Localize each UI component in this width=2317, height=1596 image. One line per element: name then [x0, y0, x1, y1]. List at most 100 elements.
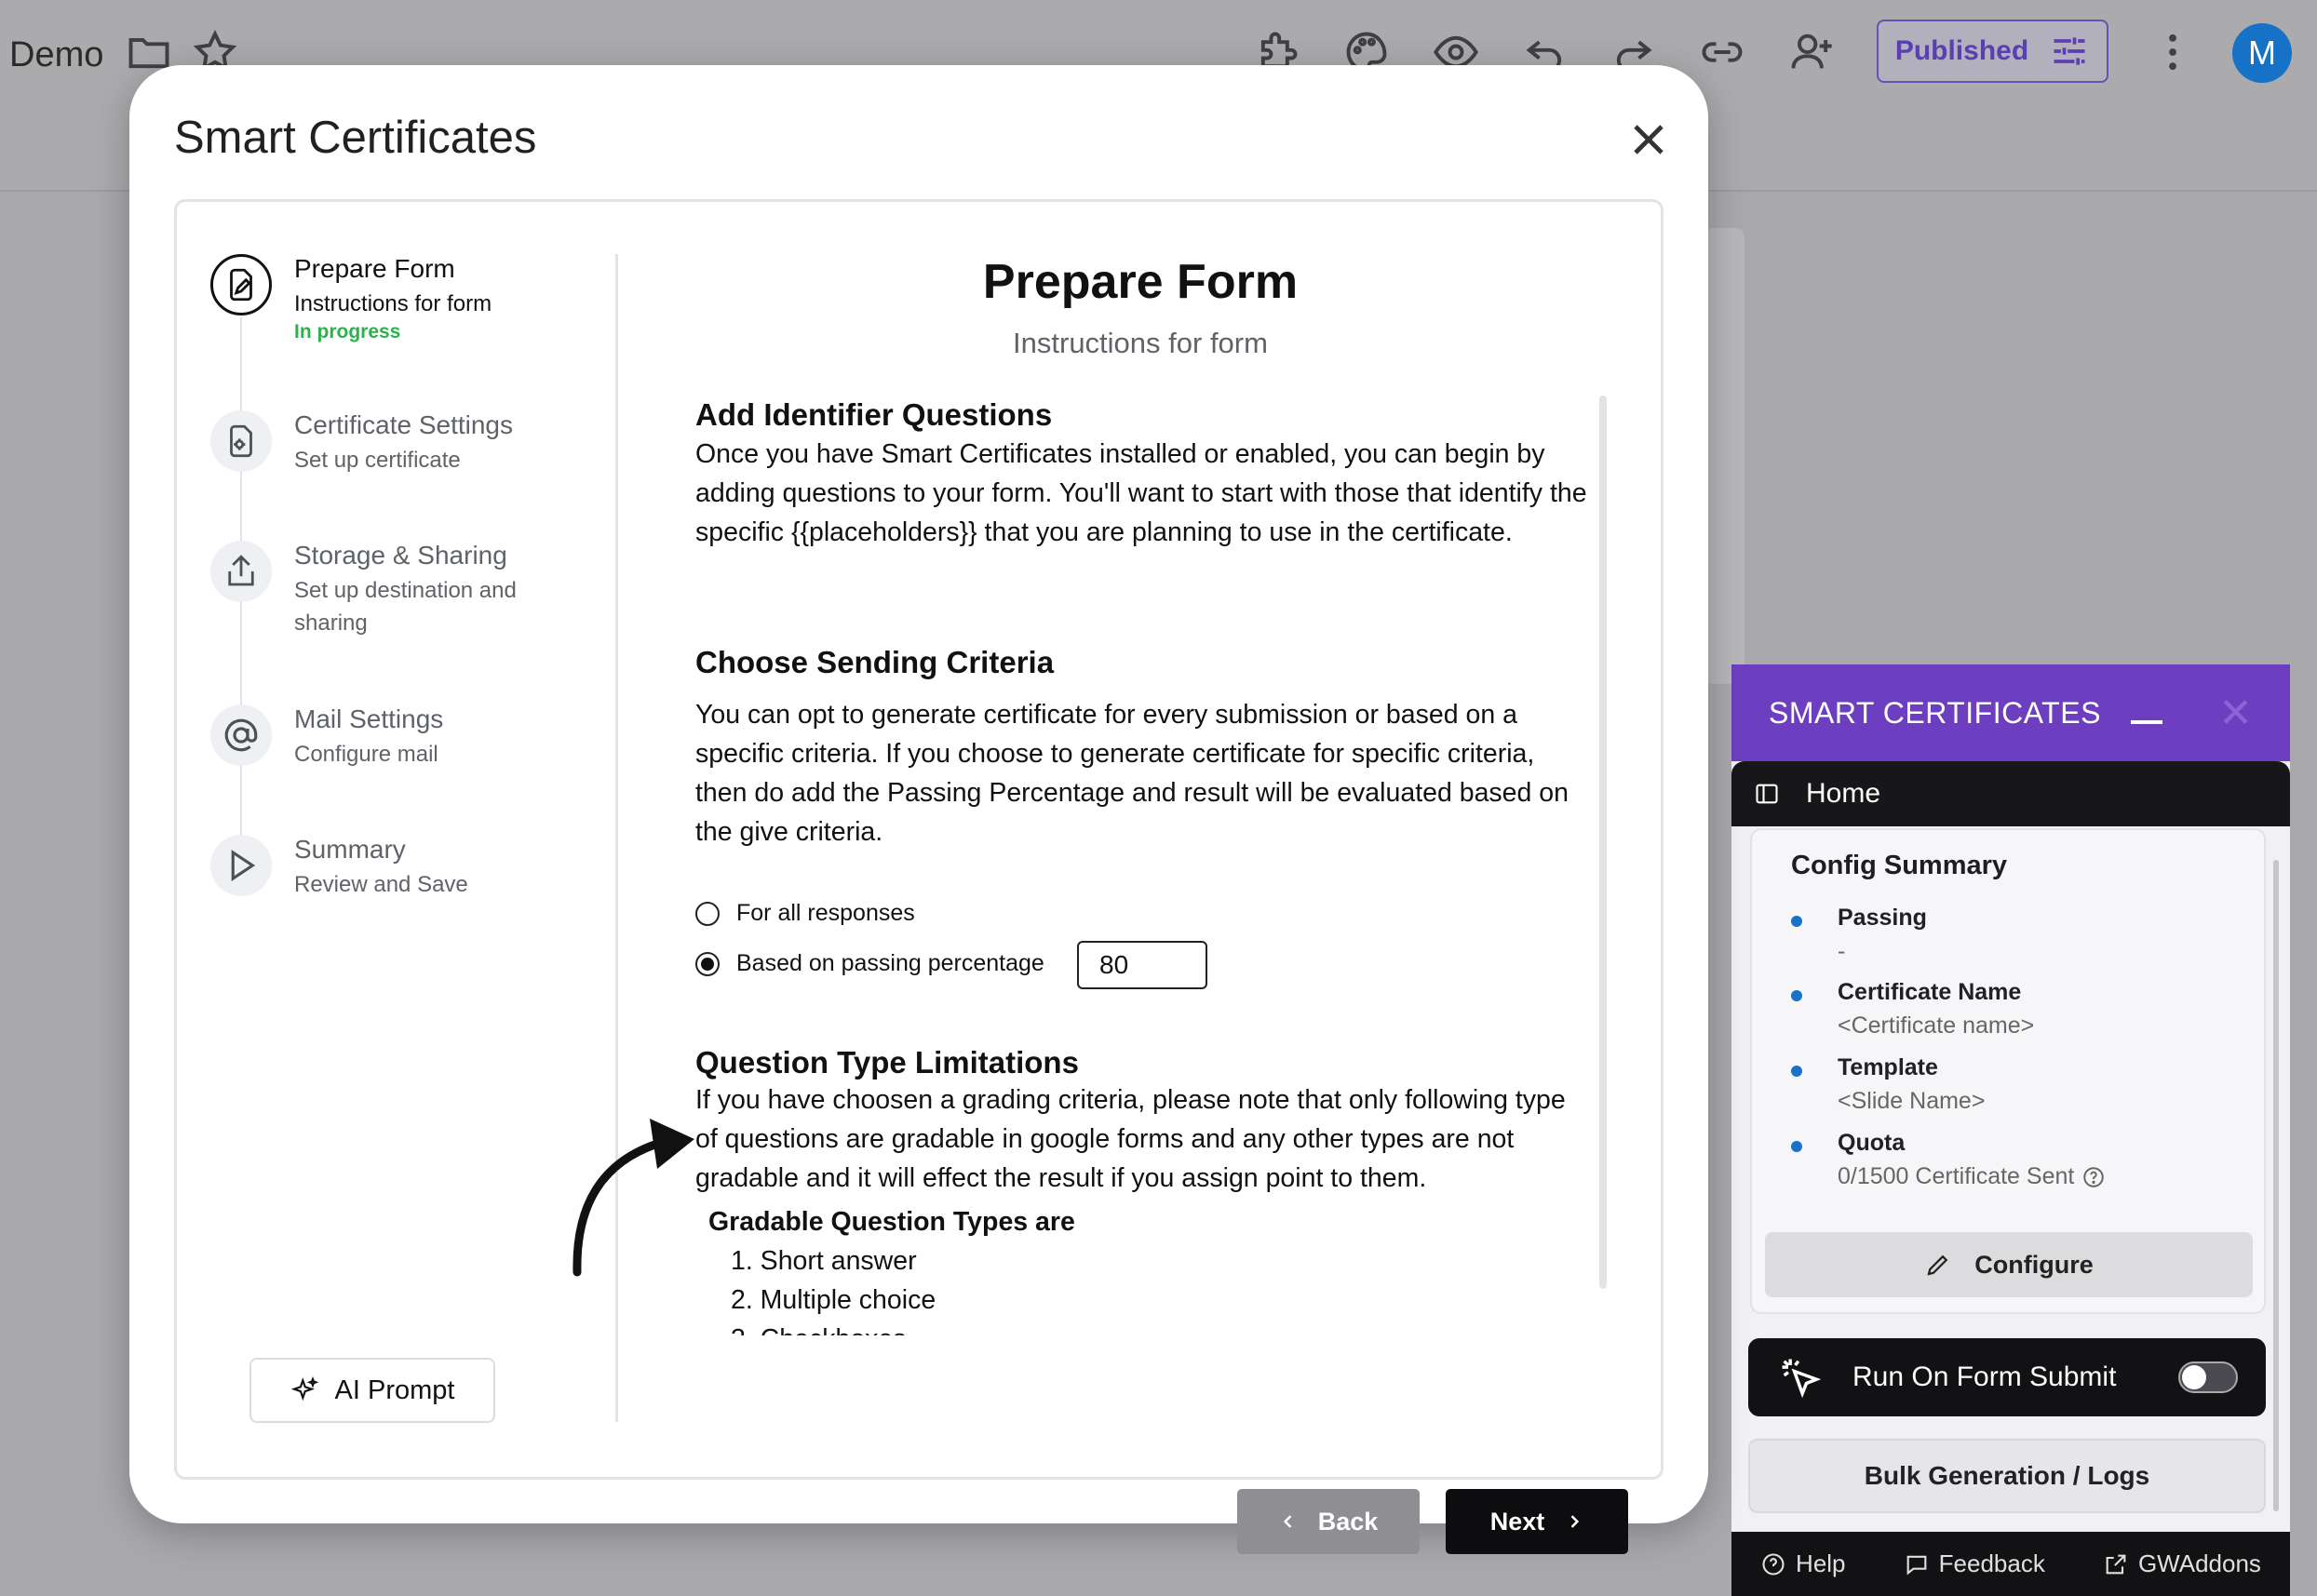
- content-title: Prepare Form: [982, 255, 1299, 309]
- form-edit-icon: [210, 254, 272, 315]
- curved-arrow-icon: [573, 1119, 694, 1277]
- sidebar-toggle-icon[interactable]: [1754, 781, 1780, 807]
- config-item-value: <Certificate name>: [1838, 1013, 2035, 1039]
- ai-prompt-button[interactable]: AI Prompt: [249, 1358, 495, 1423]
- step-title: Prepare Form: [294, 254, 455, 283]
- step-connector: [240, 317, 242, 425]
- avatar[interactable]: M: [2232, 23, 2292, 83]
- config-item-label: Quota: [1838, 1130, 1906, 1156]
- list-item: 1. Short answer: [731, 1246, 917, 1276]
- next-label: Next: [1489, 1507, 1545, 1536]
- step-subtitle: Set up destination and sharing: [294, 578, 517, 636]
- tune-icon: [2054, 37, 2085, 65]
- published-button[interactable]: Published: [1877, 20, 2108, 83]
- feedback-link[interactable]: Feedback: [1904, 1549, 2045, 1578]
- gwaddons-link[interactable]: GWAddons: [2103, 1549, 2261, 1578]
- run-on-submit-toggle[interactable]: [2178, 1361, 2238, 1393]
- radio-label: For all responses: [736, 900, 915, 926]
- radio-button[interactable]: [695, 901, 720, 926]
- section-heading: Add Identifier Questions: [695, 397, 1053, 432]
- external-link-icon: [2106, 1554, 2126, 1574]
- bullet-dot: [1791, 990, 1802, 1001]
- radio-label: Based on passing percentage: [736, 950, 1044, 976]
- feedback-label: Feedback: [1938, 1549, 2045, 1577]
- sidepanel-title: SMART CERTIFICATES: [1769, 695, 2101, 730]
- share-upload-icon: [210, 541, 272, 602]
- more-vert-icon[interactable]: [2149, 28, 2197, 76]
- document-title[interactable]: Demo: [9, 35, 103, 75]
- step-title: Summary: [294, 835, 406, 864]
- published-label: Published: [1894, 35, 2029, 66]
- step-status-badge: In progress: [294, 321, 401, 342]
- cursor-click-icon: [1782, 1359, 1822, 1399]
- step-connector: [240, 602, 242, 704]
- play-icon: [210, 835, 272, 896]
- radio-all-responses[interactable]: For all responses: [695, 900, 915, 927]
- back-label: Back: [1317, 1507, 1379, 1536]
- config-summary-card: Config Summary Passing - Certificate Nam…: [1750, 828, 2266, 1314]
- help-label: Help: [1796, 1549, 1846, 1577]
- config-item-label: Template: [1838, 1054, 1938, 1080]
- back-button[interactable]: Back: [1237, 1489, 1420, 1554]
- config-item-label: Passing: [1838, 905, 1927, 931]
- passing-percentage-input[interactable]: 80: [1077, 941, 1207, 989]
- sidepanel-header: SMART CERTIFICATES ✕: [1731, 664, 2290, 761]
- config-item-value: -: [1838, 938, 1846, 964]
- sidepanel-nav[interactable]: Home: [1731, 761, 2290, 826]
- list-item: 3. Checkboxes: [731, 1324, 907, 1335]
- nav-home-label[interactable]: Home: [1806, 778, 1880, 810]
- doc-settings-icon: [210, 410, 272, 472]
- link-icon[interactable]: [1698, 28, 1746, 76]
- step-subtitle: Review and Save: [294, 872, 468, 897]
- chevron-left-icon: [1283, 1515, 1292, 1528]
- sidepanel-footer: Help Feedback GWAddons: [1731, 1532, 2290, 1596]
- config-summary-title: Config Summary: [1791, 851, 2008, 880]
- pencil-icon: [1927, 1254, 1948, 1276]
- bullet-dot: [1791, 916, 1802, 927]
- gwaddons-label: GWAddons: [2137, 1549, 2261, 1577]
- smart-certificates-sidepanel: SMART CERTIFICATES ✕ Home Config Summary…: [1731, 664, 2290, 1596]
- content-subtitle: Instructions for form: [1013, 327, 1268, 359]
- close-icon[interactable]: [1626, 117, 1671, 162]
- section-text: Once you have Smart Certificates install…: [695, 439, 1587, 547]
- add-collaborator-icon[interactable]: [1787, 28, 1836, 76]
- background-form-toolbar: [1704, 228, 1744, 684]
- section-text: You can opt to generate certificate for …: [695, 700, 1569, 847]
- help-link[interactable]: Help: [1760, 1549, 1846, 1578]
- instructions-scroll-area[interactable]: Add Identifier Questions Once you have S…: [695, 397, 1589, 1335]
- radio-passing-percentage[interactable]: Based on passing percentage: [695, 950, 1044, 977]
- step-title: Certificate Settings: [294, 410, 513, 439]
- wizard-container: Prepare Form Instructions for form In pr…: [174, 199, 1664, 1554]
- step-title: Mail Settings: [294, 704, 444, 733]
- step-subtitle: Instructions for form: [294, 291, 492, 316]
- step-subtitle: Set up certificate: [294, 448, 461, 473]
- modal-title: Smart Certificates: [174, 113, 537, 163]
- minimize-icon[interactable]: [2131, 720, 2163, 724]
- help-circle-icon[interactable]: [2081, 1165, 2106, 1189]
- run-on-form-submit-row[interactable]: Run On Form Submit: [1748, 1338, 2266, 1416]
- at-icon: [210, 704, 272, 766]
- smart-certificates-modal: Smart Certificates Prepare Form Instruct…: [129, 65, 1708, 1554]
- sidepanel-close-icon[interactable]: ✕: [2218, 690, 2253, 737]
- section-text: If you have choosen a grading criteria, …: [695, 1085, 1566, 1193]
- bullet-dot: [1791, 1141, 1802, 1152]
- bulk-generation-logs-button[interactable]: Bulk Generation / Logs: [1748, 1439, 2266, 1513]
- next-button[interactable]: Next: [1446, 1489, 1628, 1554]
- step-title: Storage & Sharing: [294, 541, 507, 570]
- sidepanel-scrollbar[interactable]: [2273, 860, 2279, 1511]
- ai-prompt-label: AI Prompt: [334, 1375, 455, 1405]
- radio-button[interactable]: [695, 951, 720, 976]
- gradable-heading: Gradable Question Types are: [708, 1207, 1075, 1237]
- config-item-value: 0/1500 Certificate Sent: [1838, 1163, 2106, 1190]
- step-subtitle: Configure mail: [294, 742, 438, 767]
- content-scrollbar[interactable]: [1599, 396, 1607, 1289]
- configure-button[interactable]: Configure: [1765, 1232, 2253, 1297]
- section-heading: Choose Sending Criteria: [695, 645, 1055, 679]
- configure-label: Configure: [1974, 1250, 2094, 1279]
- run-on-form-submit-label: Run On Form Submit: [1852, 1361, 2117, 1392]
- help-icon: [1762, 1552, 1785, 1576]
- bullet-dot: [1791, 1066, 1802, 1077]
- config-item-label: Certificate Name: [1838, 979, 2022, 1005]
- section-heading: Question Type Limitations: [695, 1045, 1079, 1080]
- config-item-value: <Slide Name>: [1838, 1088, 1986, 1114]
